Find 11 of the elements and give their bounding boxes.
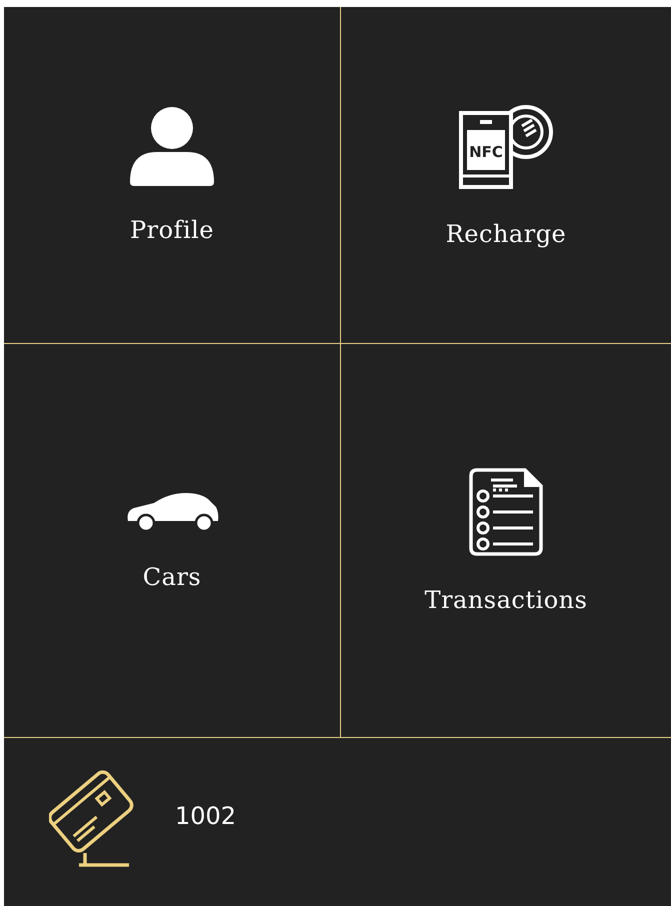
menu-tile[interactable]: Profile — [4, 7, 340, 343]
menu-tile[interactable]: Cars — [4, 344, 340, 737]
tile-label: Profile — [130, 216, 214, 244]
person-icon — [127, 106, 217, 186]
menu-tile[interactable]: Transactions — [341, 344, 671, 737]
tile-label: Recharge — [446, 220, 566, 248]
tile-label: Cars — [142, 562, 202, 590]
document-list-icon — [469, 468, 543, 556]
tile-label: Transactions — [424, 586, 588, 614]
card-number: 1002 — [175, 802, 236, 830]
menu-tile[interactable]: NFC Recharge — [341, 7, 671, 343]
